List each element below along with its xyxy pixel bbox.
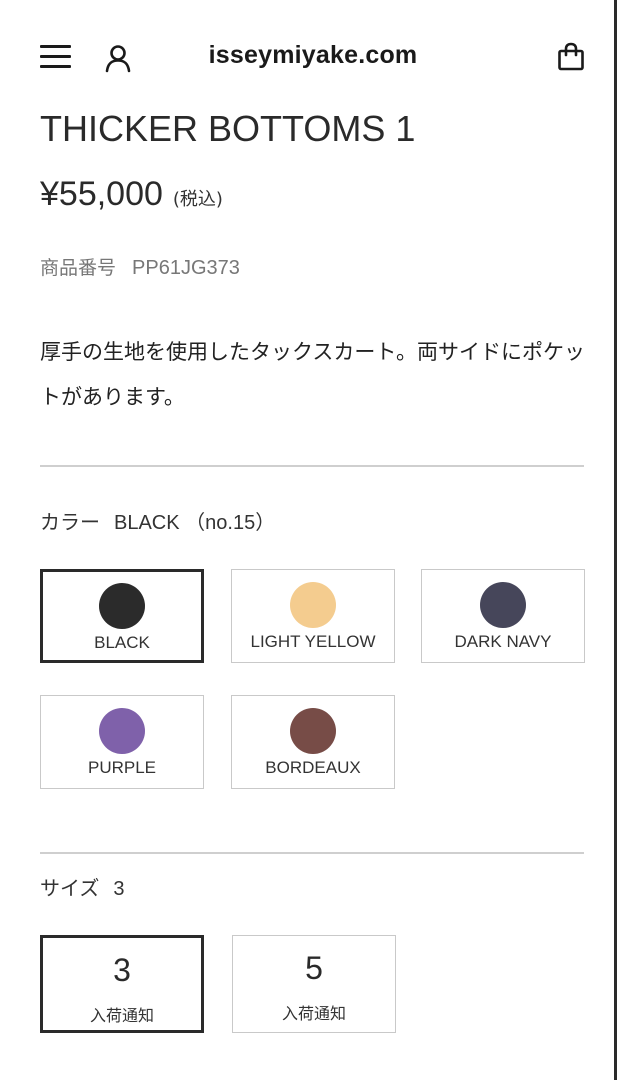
restock-notify-label: 入荷通知 [89,1006,154,1025]
price-row: ¥55,000 (税込) [40,175,223,214]
sku-row: 商品番号 PP61JG373 [40,253,240,280]
site-title-link[interactable]: isseymiyake.com [40,41,586,70]
color-option-label: BLACK [94,633,150,652]
size-option-value: 5 [305,950,323,986]
color-swatch-dot [99,583,145,629]
color-option-label: LIGHT YELLOW [250,632,376,651]
color-option-bordeaux[interactable]: BORDEAUX [231,695,395,789]
color-swatch-dot [99,708,145,754]
section-divider [40,465,584,467]
color-option-label: PURPLE [87,758,157,777]
color-option-light-yellow[interactable]: LIGHT YELLOW [231,569,395,663]
restock-notify-label: 入荷通知 [281,1004,346,1023]
color-option-label: BORDEAUX [265,758,361,777]
color-option-black[interactable]: BLACK [40,569,204,663]
sku-label: 商品番号 [40,257,117,279]
color-swatch-dot [480,582,526,628]
tax-note: (税込) [172,189,223,210]
size-option-5[interactable]: 5 入荷通知 [232,935,396,1033]
size-label: サイズ [40,876,100,900]
color-option-purple[interactable]: PURPLE [40,695,204,789]
size-option-value: 3 [113,952,131,988]
size-label-row: サイズ 3 [40,872,125,901]
size-option-3[interactable]: 3 入荷通知 [40,935,204,1033]
color-swatch-dot [290,708,336,754]
product-page: isseymiyake.com THICKER BOTTOMS 1 ¥55,00… [0,0,617,1080]
size-selected-value: 3 [113,878,125,900]
product-description: 厚手の生地を使用したタックスカート。両サイドにポケットがあります。 [40,340,585,409]
product-price: ¥55,000 [40,175,163,213]
color-swatch-dot [290,582,336,628]
color-selected-value: BLACK （no.15） [114,512,276,534]
color-option-label: DARK NAVY [454,632,552,651]
sku-value: PP61JG373 [132,257,240,279]
color-label: カラー [40,510,100,534]
site-header: isseymiyake.com [40,36,586,80]
section-divider [40,852,584,854]
shopping-bag-icon[interactable] [556,42,586,72]
color-label-row: カラー BLACK （no.15） [40,506,275,535]
color-option-dark-navy[interactable]: DARK NAVY [421,569,585,663]
product-title: THICKER BOTTOMS 1 [40,108,416,149]
